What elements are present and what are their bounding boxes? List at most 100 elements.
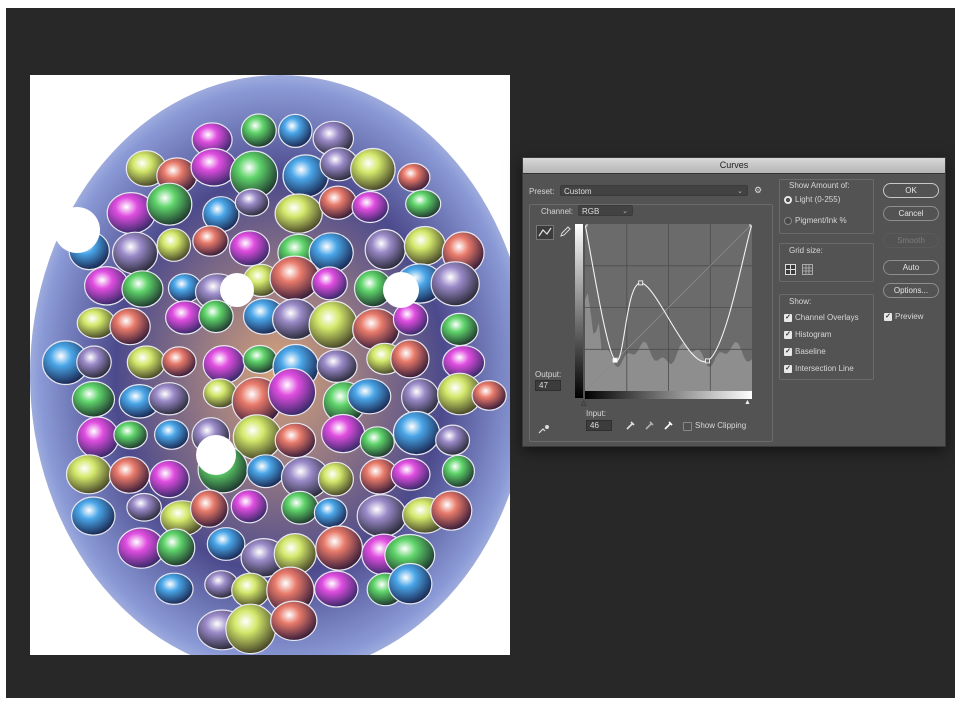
histogram-checkbox[interactable]: ✓ [784,331,792,339]
preset-gear-icon[interactable]: ⚙ [754,185,762,195]
curve-graph[interactable] [582,221,755,392]
marble [281,490,319,525]
show-amount-title: Show Amount of: [789,181,850,190]
marble [156,228,192,262]
white-disc [383,272,419,308]
marble [403,225,446,266]
marble [277,113,313,149]
input-field[interactable]: 46 [586,420,612,431]
auto-button[interactable]: Auto [883,260,939,275]
marble [267,367,317,417]
curve-point[interactable] [612,357,618,363]
marble [390,339,430,379]
output-label: Output: [535,370,562,379]
curve-point[interactable] [638,280,644,286]
chevron-down-icon: ⌄ [737,188,743,195]
marble [316,349,358,384]
input-gradient-bar [585,391,752,399]
marble [350,147,396,192]
marble [231,572,271,608]
marble [440,312,479,347]
marble [190,489,229,528]
preview-checkbox[interactable]: ✓ [884,313,892,321]
show-clipping-checkbox[interactable] [683,422,692,431]
output-field[interactable]: 47 [535,380,561,391]
ok-button[interactable]: OK [883,183,939,198]
marble [359,426,395,459]
marble [387,562,433,605]
marble [352,308,400,351]
marble [351,190,389,224]
light-radio-label: Light (0-255) [795,195,841,204]
marble [313,570,359,608]
marble [230,489,268,524]
channel-select[interactable]: RGB ⌄ [578,205,633,216]
curve-point[interactable] [582,221,588,227]
image-canvas[interactable] [30,75,510,655]
marble [148,459,190,499]
output-gradient-bar [575,224,583,398]
marble [121,270,164,308]
marble [347,378,392,415]
curve-point[interactable] [705,358,710,364]
marble [240,113,277,148]
marble [234,188,270,217]
marble [321,413,366,454]
marble [390,457,431,491]
curve-point[interactable] [749,221,755,227]
white-eyedropper-icon[interactable] [663,420,674,434]
marble [76,416,120,459]
pigment-radio-label: Pigment/Ink % [795,216,847,225]
marble [318,185,357,220]
marble [148,382,190,416]
dialog-title[interactable]: Curves [523,158,945,174]
marble [269,255,320,302]
intersection-line-checkbox[interactable]: ✓ [784,365,792,373]
preset-label: Preset: [529,187,555,196]
marble [65,454,113,495]
black-eyedropper-icon[interactable] [625,420,636,434]
pigment-radio[interactable] [784,217,792,225]
input-label: Input: [586,409,607,418]
marble [308,300,358,350]
cancel-button[interactable]: Cancel [883,206,939,221]
marble [154,572,194,605]
baseline-checkbox[interactable]: ✓ [784,348,792,356]
grid-coarse-icon[interactable] [785,264,796,275]
black-point-slider[interactable]: △ [581,399,586,407]
marble [192,225,229,257]
marble [228,230,271,267]
show-title: Show: [789,297,812,306]
marble [270,600,318,642]
chevron-down-icon: ⌄ [622,208,628,215]
channel-label: Channel: [541,207,574,216]
marble [156,528,196,567]
histogram-label: Histogram [795,330,832,339]
grid-fine-icon[interactable] [802,264,813,275]
curve-point-tool-icon[interactable] [536,225,554,240]
marble [405,189,442,219]
white-point-slider[interactable]: ▲ [744,399,751,406]
options-button[interactable]: Options... [883,283,939,298]
preview-label: Preview [895,312,924,321]
marble [430,490,473,531]
on-image-adjust-icon[interactable] [538,423,552,435]
smooth-button[interactable]: Smooth [883,233,939,248]
pencil-tool-icon[interactable] [559,226,571,238]
marble [471,380,507,411]
marble [113,420,148,450]
marble [206,527,246,561]
intersection-line-label: Intersection Line [795,364,854,373]
marble [76,345,112,380]
marble [109,307,151,346]
light-radio[interactable] [784,196,792,204]
marble [108,456,151,494]
marble [126,492,162,522]
channel-overlays-checkbox[interactable]: ✓ [784,314,792,322]
channel-overlays-label: Channel Overlays [795,313,859,322]
marble [315,525,364,571]
preset-select[interactable]: Custom ⌄ [560,185,748,196]
gray-eyedropper-icon[interactable] [644,420,655,434]
marble [198,299,234,334]
marble [225,603,277,655]
